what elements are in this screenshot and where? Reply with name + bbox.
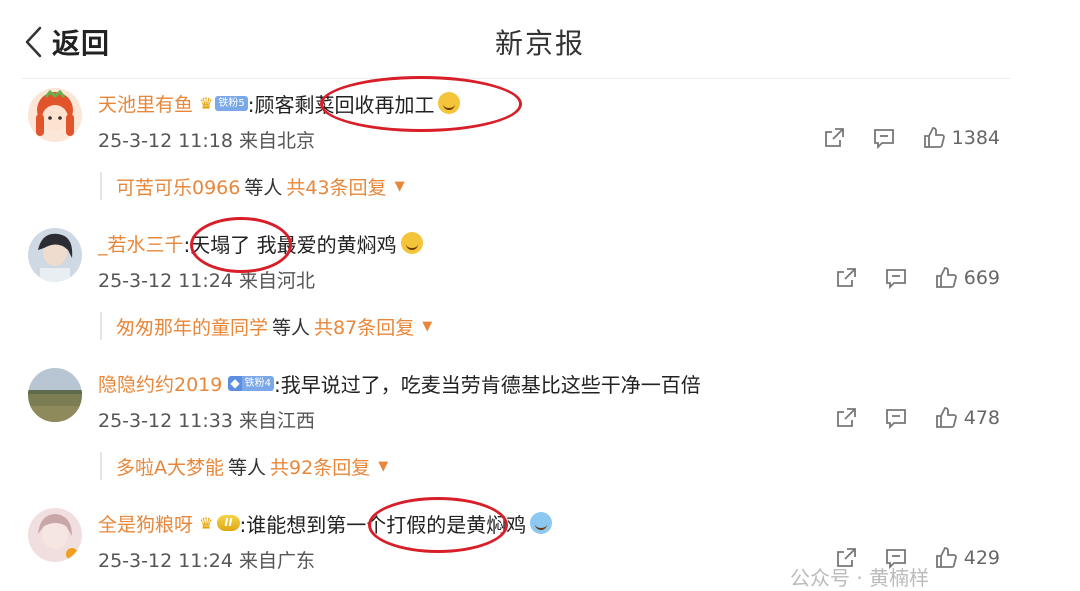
share-icon	[836, 408, 856, 427]
diamond-icon: ◆	[228, 375, 242, 391]
comment-button[interactable]	[884, 406, 908, 430]
username[interactable]: _若水三千	[98, 230, 184, 257]
like-button[interactable]: 1384	[922, 126, 1000, 150]
comment-text: :顾客剩菜回收再加工	[247, 92, 435, 117]
reply-count[interactable]: 共43条回复	[286, 173, 386, 200]
like-button[interactable]: 429	[934, 546, 1000, 570]
comment-header: 全是狗粮呀 ♛ II :谁能想到第一个打假的是黄焖鸡	[98, 508, 553, 538]
reply-user[interactable]: 多啦A大梦能	[116, 453, 224, 480]
reply-count[interactable]: 共92条回复	[270, 453, 370, 480]
avatar[interactable]	[28, 88, 82, 142]
fan-badge: ♛ 铁粉5	[199, 93, 248, 113]
comment-header: _若水三千 :天塌了 我最爱的黄焖鸡	[98, 228, 423, 258]
username[interactable]: 天池里有鱼	[98, 90, 193, 117]
comment-button[interactable]	[872, 126, 896, 150]
crown-icon: ♛	[199, 93, 214, 113]
comment-header: 天池里有鱼 ♛ 铁粉5 :顾客剩菜回收再加工	[98, 88, 461, 118]
comment-meta: 25-3-12 11:33 来自江西	[98, 406, 315, 433]
reply-summary[interactable]: 多啦A大梦能 等人 共92条回复 ▼	[100, 452, 388, 480]
username[interactable]: 全是狗粮呀	[98, 510, 193, 537]
share-icon	[824, 128, 844, 147]
thumbs-up-icon	[935, 547, 957, 568]
crying-emoji-icon	[400, 232, 423, 254]
comment-time: 25-3-12 11:18	[98, 130, 233, 152]
thumbs-up-icon	[923, 127, 945, 148]
comment-text: :我早说过了，吃麦当劳肯德基比这些干净一百倍	[273, 372, 701, 397]
like-count: 669	[963, 267, 1000, 289]
vip-badge: ♛ II	[199, 513, 240, 533]
highlighted-text: 第一个打假的	[326, 512, 447, 537]
highlighted-text: 剩菜回收再加工	[294, 92, 435, 117]
comment-meta: 25-3-12 11:24 来自广东	[98, 546, 315, 573]
avatar[interactable]	[28, 228, 82, 282]
fan-badge: ◆ 铁粉4	[228, 374, 274, 392]
comment-actions: 1384	[822, 126, 1000, 150]
comment-text: :谁能想到第一个打假的是黄焖鸡	[239, 512, 527, 537]
page-title: 新京报	[494, 27, 585, 60]
like-button[interactable]: 478	[934, 406, 1000, 430]
share-button[interactable]	[834, 406, 858, 430]
thumbs-up-icon	[935, 267, 957, 288]
reply-summary[interactable]: 可苦可乐0966 等人 共43条回复 ▼	[100, 172, 405, 200]
comment-location: 来自北京	[239, 130, 316, 152]
highlighted-text: 天塌了	[190, 232, 251, 257]
comment-location: 来自河北	[239, 270, 316, 292]
reply-count[interactable]: 共87条回复	[314, 313, 414, 340]
reply-user[interactable]: 可苦可乐0966	[116, 173, 240, 200]
comment-time: 25-3-12 11:33	[98, 410, 233, 432]
comment-actions: 669	[834, 266, 1000, 290]
comment-icon	[885, 269, 906, 290]
like-count: 429	[963, 547, 1000, 569]
comment-meta: 25-3-12 11:18 来自北京	[98, 126, 315, 153]
share-button[interactable]	[834, 266, 858, 290]
comment-time: 25-3-12 11:24	[98, 270, 233, 292]
avatar[interactable]	[28, 368, 82, 422]
share-button[interactable]	[822, 126, 846, 150]
header-divider	[22, 78, 1010, 79]
comment-item: _若水三千 :天塌了 我最爱的黄焖鸡 25-3-12 11:24 来自河北 66…	[0, 220, 1080, 360]
comment-item: 天池里有鱼 ♛ 铁粉5 :顾客剩菜回收再加工 25-3-12 11:18 来自北…	[0, 80, 1080, 220]
avatar[interactable]	[28, 508, 82, 562]
thumbs-up-icon	[935, 407, 957, 428]
crying-emoji-icon	[438, 92, 461, 114]
comment-icon	[885, 409, 906, 430]
comment-location: 来自江西	[239, 410, 316, 432]
reply-user[interactable]: 匆匆那年的童同学	[116, 313, 268, 340]
share-icon	[836, 268, 856, 287]
like-count: 478	[963, 407, 1000, 429]
comment-time: 25-3-12 11:24	[98, 550, 233, 572]
comment-meta: 25-3-12 11:24 来自河北	[98, 266, 315, 293]
caret-down-icon: ▼	[378, 458, 389, 474]
comment-icon	[873, 129, 894, 150]
comment-button[interactable]	[884, 266, 908, 290]
comment-location: 来自广东	[239, 550, 316, 572]
like-button[interactable]: 669	[934, 266, 1000, 290]
comment-item: 隐隐约约2019 ◆ 铁粉4 :我早说过了，吃麦当劳肯德基比这些干净一百倍 25…	[0, 360, 1080, 500]
reply-summary[interactable]: 匆匆那年的童同学 等人 共87条回复 ▼	[100, 312, 432, 340]
caret-down-icon: ▼	[394, 178, 405, 194]
watermark: 公众号 · 黄楠样	[790, 566, 930, 590]
like-count: 1384	[951, 127, 1000, 149]
laughing-emoji-icon	[530, 512, 553, 534]
comment-actions: 478	[834, 406, 1000, 430]
crown-icon: ♛	[199, 513, 214, 533]
username[interactable]: 隐隐约约2019	[98, 370, 222, 397]
comment-header: 隐隐约约2019 ◆ 铁粉4 :我早说过了，吃麦当劳肯德基比这些干净一百倍	[98, 368, 701, 398]
caret-down-icon: ▼	[422, 318, 433, 334]
top-bar: 返回 新京报	[0, 0, 1080, 80]
comment-text: :天塌了 我最爱的黄焖鸡	[183, 232, 397, 257]
